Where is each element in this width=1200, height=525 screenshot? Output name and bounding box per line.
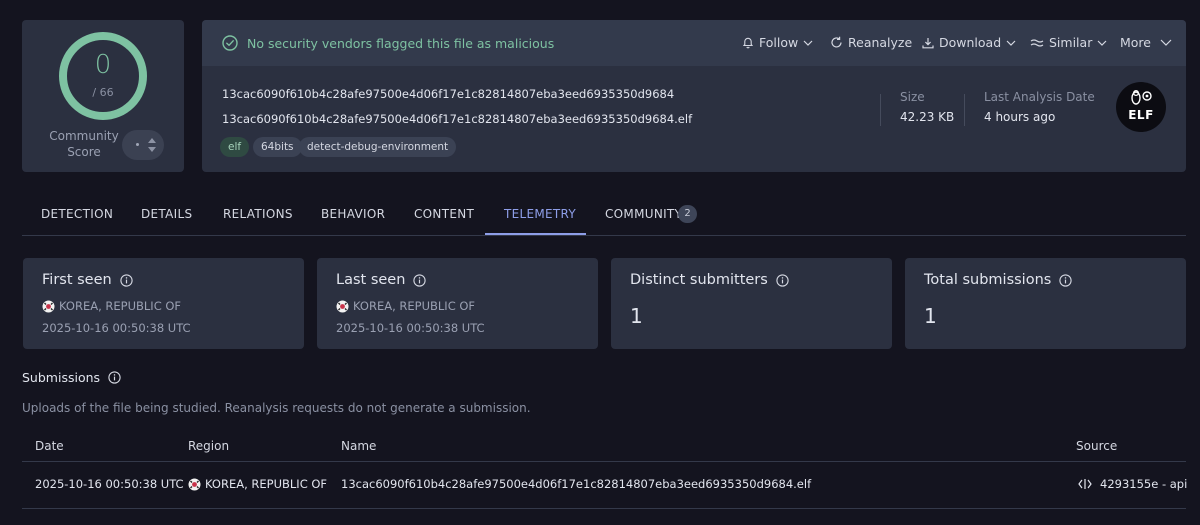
vote-up-icon[interactable] — [148, 138, 156, 143]
bell-icon — [742, 37, 754, 49]
last-seen-title-text: Last seen — [336, 272, 406, 288]
community-vote-control[interactable] — [122, 130, 164, 160]
total-submissions-value: 1 — [924, 304, 937, 328]
info-icon[interactable] — [413, 273, 427, 287]
active-tab-indicator — [485, 233, 586, 235]
community-score-dot — [136, 143, 139, 146]
vote-down-icon[interactable] — [148, 147, 156, 152]
similar-icon — [1030, 38, 1044, 47]
api-icon — [1078, 479, 1092, 489]
info-icon[interactable] — [776, 273, 789, 287]
first-seen-country: KOREA, REPUBLIC OF — [42, 299, 181, 313]
linux-penguin-icon — [1131, 90, 1152, 105]
chevron-down-icon — [1097, 40, 1107, 46]
tab-telemetry[interactable]: TELEMETRY — [504, 207, 576, 221]
last-seen-date: 2025-10-16 00:50:38 UTC — [336, 321, 485, 335]
first-seen-country-text: KOREA, REPUBLIC OF — [59, 299, 182, 313]
distinct-submitters-card: Distinct submitters 1 — [611, 258, 892, 349]
korea-flag-icon — [336, 300, 349, 312]
chevron-down-icon — [1006, 40, 1016, 46]
first-seen-date: 2025-10-16 00:50:38 UTC — [42, 321, 191, 335]
table-header-divider — [22, 461, 1186, 462]
submission-source-text: 4293155e - api — [1100, 477, 1188, 491]
file-hash[interactable]: 13cac6090f610b4c28afe97500e4d06f17e1c828… — [222, 87, 674, 101]
follow-button[interactable]: Follow — [742, 35, 813, 50]
detection-score-card: 0 / 66 Community Score — [22, 20, 184, 172]
download-label: Download — [939, 35, 1002, 50]
distinct-submitters-title-text: Distinct submitters — [630, 272, 768, 288]
distinct-submitters-value: 1 — [630, 304, 643, 328]
first-seen-card: First seen KOREA, REPUBLIC OF 2025-10-16… — [23, 258, 304, 349]
submission-name: 13cac6090f610b4c28afe97500e4d06f17e1c828… — [341, 477, 812, 491]
refresh-icon — [831, 36, 842, 48]
check-circle-icon — [222, 35, 238, 51]
last-seen-country: KOREA, REPUBLIC OF — [336, 299, 475, 313]
first-seen-title: First seen — [42, 272, 133, 288]
community-score-label: Community Score — [49, 129, 119, 159]
total-submissions-title: Total submissions — [924, 272, 1072, 288]
tab-detection[interactable]: DETECTION — [41, 207, 113, 221]
last-seen-country-text: KOREA, REPUBLIC OF — [353, 299, 476, 313]
submissions-title: Submissions — [22, 370, 101, 385]
tag-elf[interactable]: elf — [220, 137, 250, 157]
chevron-down-icon — [803, 40, 813, 46]
column-header-date: Date — [35, 439, 64, 453]
submission-region: KOREA, REPUBLIC OF — [188, 477, 327, 491]
info-icon[interactable] — [1059, 273, 1072, 287]
submissions-heading: Submissions — [22, 370, 121, 385]
total-submissions-title-text: Total submissions — [924, 272, 1052, 288]
file-type-label: ELF — [1128, 108, 1154, 122]
download-icon — [922, 37, 934, 48]
info-icon[interactable] — [120, 273, 133, 287]
reanalyze-button[interactable]: Reanalyze — [830, 35, 912, 50]
community-count-badge: 2 — [678, 205, 697, 223]
more-label: More — [1120, 35, 1151, 50]
submission-region-text: KOREA, REPUBLIC OF — [205, 477, 328, 491]
tab-behavior[interactable]: BEHAVIOR — [321, 207, 385, 221]
file-summary-card: No security vendors flagged this file as… — [202, 20, 1186, 172]
korea-flag-icon — [188, 478, 201, 490]
more-button[interactable]: More — [1120, 35, 1172, 50]
chevron-down-icon — [1160, 39, 1172, 46]
size-value: 42.23 KB — [900, 110, 955, 124]
korea-flag-icon — [42, 300, 55, 312]
verdict-message: No security vendors flagged this file as… — [247, 36, 555, 51]
detection-count: 0 — [94, 50, 112, 80]
verdict-banner: No security vendors flagged this file as… — [202, 20, 1186, 66]
tab-relations[interactable]: RELATIONS — [223, 207, 293, 221]
first-seen-title-text: First seen — [42, 272, 112, 288]
info-icon[interactable] — [108, 371, 121, 384]
tab-details[interactable]: DETAILS — [141, 207, 192, 221]
last-seen-title: Last seen — [336, 272, 427, 288]
divider — [880, 94, 881, 126]
column-header-source: Source — [1076, 439, 1118, 453]
table-row-divider — [22, 508, 1186, 509]
last-analysis-label: Last Analysis Date — [984, 90, 1095, 104]
download-button[interactable]: Download — [922, 35, 1016, 50]
elf-file-type-icon: ELF — [1116, 82, 1166, 132]
submission-source: 4293155e - api — [1078, 477, 1187, 491]
distinct-submitters-title: Distinct submitters — [630, 272, 789, 288]
follow-label: Follow — [759, 35, 799, 50]
tabs-divider — [22, 235, 1186, 236]
column-header-name: Name — [341, 439, 377, 453]
tab-community[interactable]: COMMUNITY — [605, 207, 682, 221]
submissions-description: Uploads of the file being studied. Reana… — [22, 401, 531, 415]
total-submissions-card: Total submissions 1 — [905, 258, 1186, 349]
tab-content[interactable]: CONTENT — [414, 207, 474, 221]
file-name[interactable]: 13cac6090f610b4c28afe97500e4d06f17e1c828… — [222, 112, 692, 126]
tag-64bits[interactable]: 64bits — [253, 137, 302, 157]
divider — [964, 94, 965, 126]
engine-total: / 66 — [92, 86, 114, 99]
last-seen-card: Last seen KOREA, REPUBLIC OF 2025-10-16 … — [317, 258, 598, 349]
reanalyze-label: Reanalyze — [848, 35, 913, 50]
submission-date: 2025-10-16 00:50:38 UTC — [35, 477, 184, 491]
last-analysis-value: 4 hours ago — [984, 110, 1056, 124]
similar-button[interactable]: Similar — [1030, 35, 1107, 50]
size-label: Size — [900, 90, 925, 104]
similar-label: Similar — [1049, 35, 1093, 50]
tag-detect-debug-environment[interactable]: detect-debug-environment — [299, 137, 457, 157]
column-header-region: Region — [188, 439, 230, 453]
